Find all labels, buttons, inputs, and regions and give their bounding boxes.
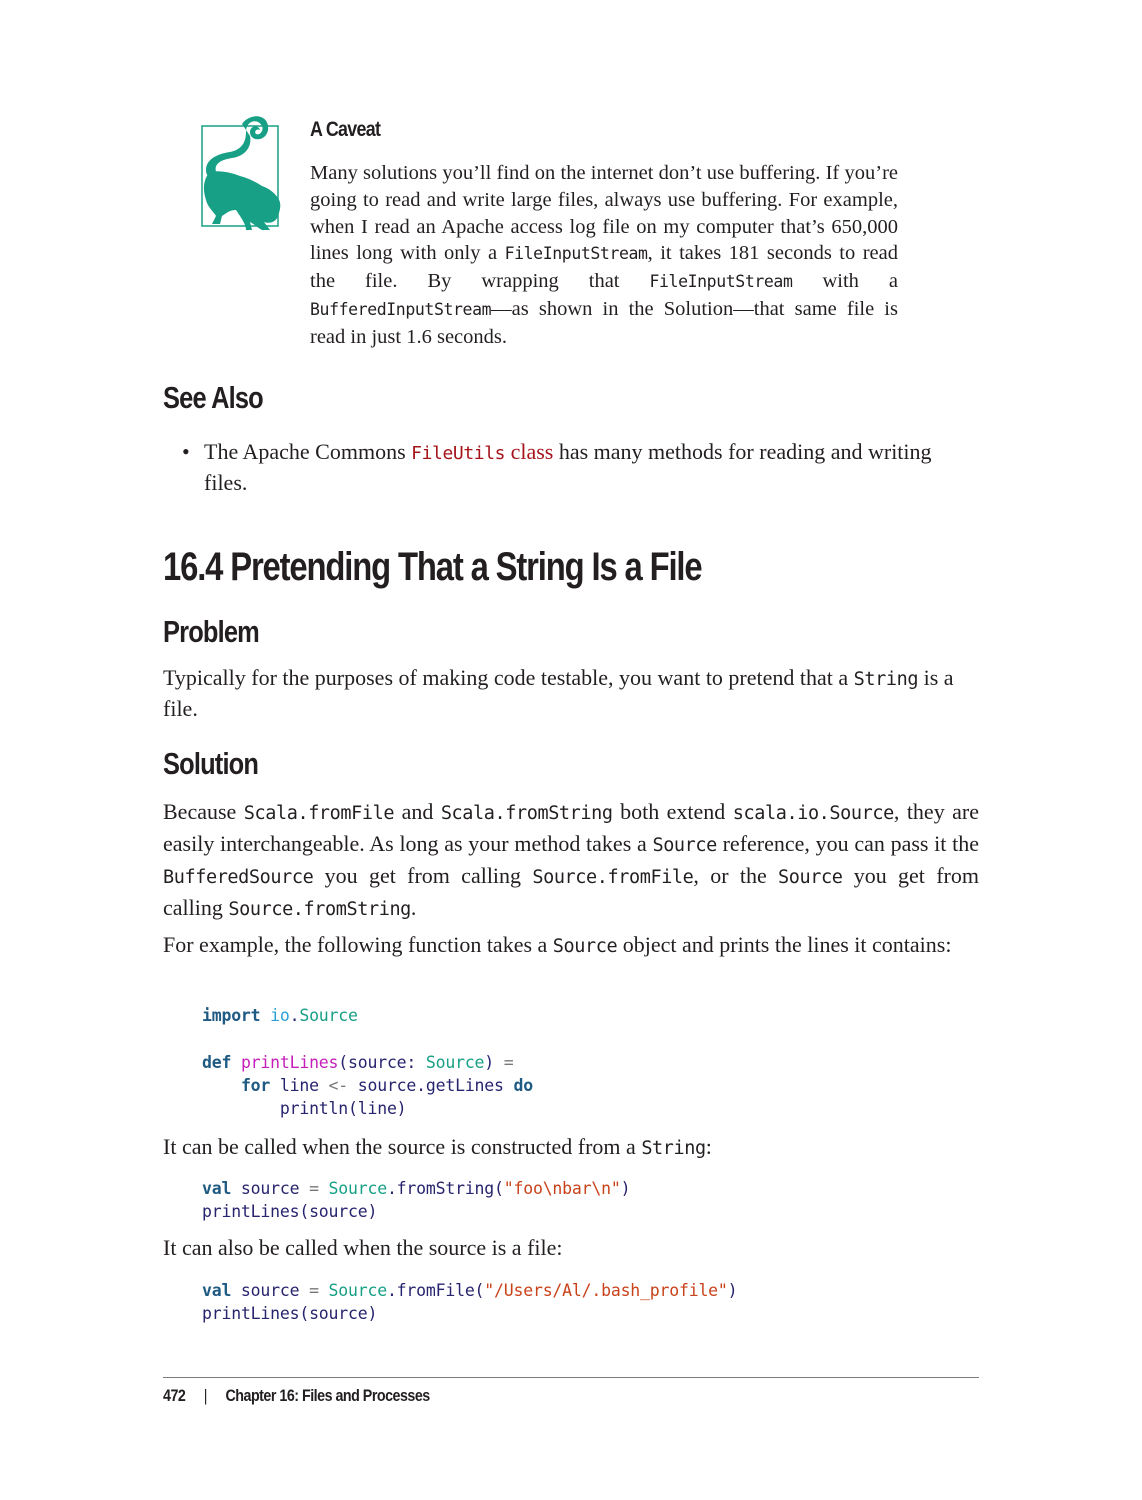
text: and bbox=[394, 799, 441, 824]
keyword: for bbox=[240, 1075, 271, 1095]
inline-code: Source bbox=[778, 867, 843, 888]
inline-code: String bbox=[853, 669, 919, 690]
list-item: • The Apache Commons FileUtils class has… bbox=[182, 438, 979, 497]
operator: = bbox=[309, 1281, 319, 1300]
code-block-fromstring: val source = Source.fromString("foo\nbar… bbox=[202, 1177, 631, 1224]
keyword: do bbox=[513, 1075, 534, 1095]
code-text: ) bbox=[620, 1179, 631, 1198]
inline-code: Source bbox=[552, 936, 618, 957]
text: reference, you can pass it the bbox=[716, 831, 979, 856]
code-text: ) bbox=[727, 1281, 738, 1300]
inline-code: Scala.fromString bbox=[440, 803, 613, 824]
note-title: A Caveat bbox=[310, 118, 381, 141]
solution-paragraph-1: Because Scala.fromFile and Scala.fromStr… bbox=[163, 797, 979, 925]
code-block-printlines: import io.Source def printLines(source: … bbox=[202, 1004, 533, 1120]
code-text: line bbox=[270, 1075, 329, 1095]
link-code[interactable]: FileUtils bbox=[411, 443, 505, 464]
text: . bbox=[410, 895, 417, 920]
keyword: val bbox=[202, 1281, 232, 1300]
text: : bbox=[705, 1134, 712, 1159]
code-text: .fromFile( bbox=[386, 1281, 485, 1300]
inline-code: Source.fromFile bbox=[532, 867, 694, 888]
see-also-heading: See Also bbox=[163, 380, 264, 415]
string-literal: "/Users/Al/.bash_profile" bbox=[484, 1281, 728, 1300]
inline-code: Scala.fromFile bbox=[243, 803, 395, 824]
type: Source bbox=[299, 1006, 358, 1025]
note-body: Many solutions you’ll find on the intern… bbox=[310, 160, 898, 351]
string-literal: "foo\nbar\n" bbox=[503, 1179, 621, 1198]
type: Source bbox=[328, 1281, 388, 1300]
code-block-fromfile: val source = Source.fromFile("/Users/Al/… bbox=[202, 1279, 738, 1326]
inline-code: FileInputStream bbox=[504, 244, 648, 264]
lemur-icon bbox=[190, 112, 290, 242]
inline-code: BufferedInputStream bbox=[310, 299, 492, 319]
operator: = bbox=[309, 1179, 319, 1198]
keyword: val bbox=[202, 1179, 232, 1198]
inline-code: BufferedSource bbox=[163, 867, 314, 888]
code-text: source bbox=[231, 1179, 310, 1198]
operator: <- bbox=[328, 1075, 349, 1095]
inline-code: scala.io.Source bbox=[732, 803, 894, 824]
text: you get from calling bbox=[313, 863, 533, 888]
called-from-string-text: It can be called when the source is cons… bbox=[163, 1132, 979, 1164]
solution-heading: Solution bbox=[163, 746, 259, 781]
operator: = bbox=[503, 1052, 514, 1072]
text: , or the bbox=[693, 863, 779, 888]
type: Source bbox=[425, 1052, 485, 1072]
text: It can also be called when the source is… bbox=[163, 1235, 563, 1260]
code-text: printLines(source) bbox=[202, 1304, 378, 1324]
recipe-title: 16.4 Pretending That a String Is a File bbox=[163, 545, 703, 589]
page-footer: 472 | Chapter 16: Files and Processes bbox=[163, 1386, 430, 1406]
chapter-title: Chapter 16: Files and Processes bbox=[225, 1386, 431, 1405]
package: io bbox=[270, 1006, 290, 1025]
keyword: def bbox=[202, 1052, 232, 1072]
code-text: println(line) bbox=[202, 1099, 407, 1119]
solution-paragraph-2: For example, the following function take… bbox=[163, 930, 979, 962]
inline-code: Source bbox=[652, 835, 717, 856]
text: Typically for the purposes of making cod… bbox=[163, 665, 854, 690]
text: object and prints the lines it contains: bbox=[617, 932, 952, 957]
problem-body: Typically for the purposes of making cod… bbox=[163, 664, 979, 723]
text: For example, the following function take… bbox=[163, 932, 553, 957]
code-text: . bbox=[289, 1006, 300, 1025]
keyword: import bbox=[202, 1006, 261, 1025]
inline-code: Source.fromString bbox=[228, 899, 411, 920]
fileutils-link[interactable]: FileUtils class bbox=[411, 439, 553, 464]
code-text: source bbox=[231, 1281, 310, 1300]
code-text: source.getLines bbox=[348, 1075, 514, 1095]
text: with a bbox=[792, 270, 899, 293]
text: both extend bbox=[612, 799, 733, 824]
text: Because bbox=[163, 799, 244, 824]
footer-separator: | bbox=[203, 1386, 208, 1405]
inline-code: String bbox=[641, 1138, 706, 1159]
inline-code: FileInputStream bbox=[649, 272, 793, 292]
page-number: 472 bbox=[163, 1386, 186, 1405]
text: The Apache Commons bbox=[204, 439, 412, 464]
bullet: • bbox=[182, 439, 190, 464]
called-from-file-text: It can also be called when the source is… bbox=[163, 1233, 979, 1263]
problem-heading: Problem bbox=[163, 614, 260, 649]
code-text: .fromString( bbox=[386, 1179, 504, 1198]
see-also-list: • The Apache Commons FileUtils class has… bbox=[182, 438, 979, 497]
code-text: ) bbox=[484, 1052, 504, 1072]
link-text[interactable]: class bbox=[505, 439, 554, 464]
footer-divider bbox=[163, 1377, 979, 1378]
type: Source bbox=[328, 1179, 388, 1198]
code-text: printLines(source) bbox=[202, 1202, 378, 1222]
code-text: (source: bbox=[338, 1052, 426, 1072]
function-name: printLines bbox=[240, 1052, 339, 1072]
text: It can be called when the source is cons… bbox=[163, 1134, 642, 1159]
